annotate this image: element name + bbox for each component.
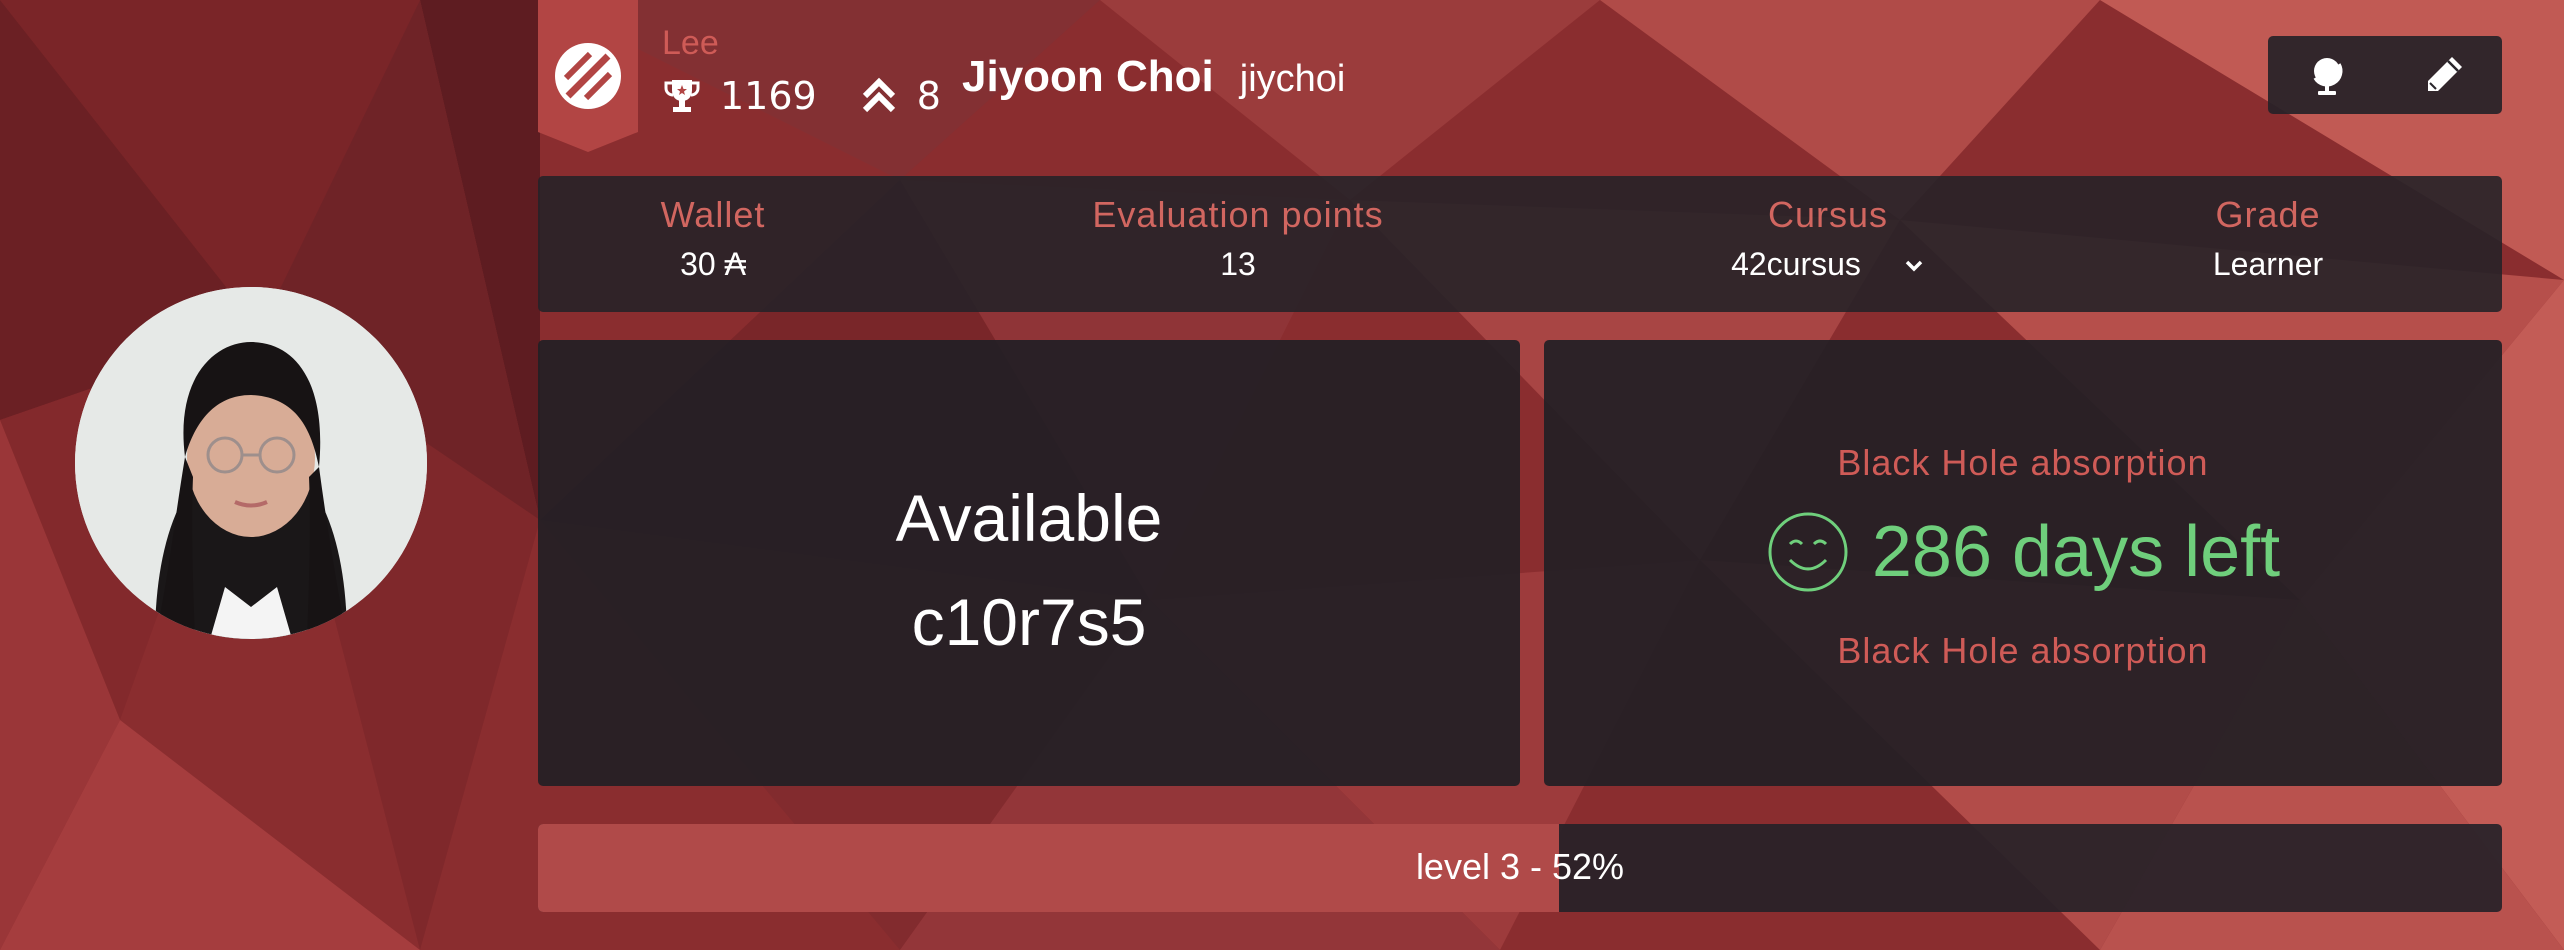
wallet-label: Wallet — [660, 194, 766, 235]
blackhole-days-left: 286 days left — [1871, 512, 2281, 592]
edit-button[interactable] — [2416, 47, 2472, 103]
blackhole-label-top: Black Hole absorption — [1837, 442, 2209, 483]
location-card: Available c10r7s5 — [538, 340, 1520, 786]
grade-section: Grade Learner — [2118, 194, 2418, 283]
smiley-icon — [1768, 512, 1848, 592]
evaluation-points-section: Evaluation points 13 — [1068, 194, 1408, 283]
user-login: jiychoi — [1239, 58, 1346, 100]
cursus-select[interactable]: 42cursus — [1731, 246, 1925, 283]
blackhole-countdown: 286 days left — [1544, 510, 2502, 594]
rank-value: 8 — [916, 74, 941, 118]
grade-value: Learner — [2212, 246, 2324, 282]
user-name: Jiyoon Choi jiychoi — [962, 52, 1345, 102]
cursus-section: Cursus 42cursus — [1658, 194, 1998, 283]
grade-label: Grade — [2215, 194, 2321, 235]
profile-actions — [2268, 36, 2502, 114]
evaluation-points-value: 13 — [1220, 246, 1256, 282]
score-stat: 1169 — [662, 74, 817, 118]
blackhole-label-bottom: Black Hole absorption — [1837, 630, 2209, 671]
globe-icon — [2313, 58, 2342, 95]
chevron-down-icon — [1905, 260, 1923, 271]
coalition-logo-icon — [555, 43, 621, 109]
user-avatar — [75, 287, 427, 639]
location-host: c10r7s5 — [911, 585, 1147, 659]
level-progress-bar: level 3 - 52% — [538, 824, 2502, 912]
location-status: Available — [895, 481, 1163, 555]
globe-button[interactable] — [2299, 47, 2355, 103]
wallet-value: 30 ₳ — [680, 246, 746, 282]
rank-chevrons-icon — [862, 77, 895, 113]
user-stats: 1169 8 — [662, 74, 983, 118]
coalition-banner[interactable] — [538, 0, 638, 152]
blackhole-card: Black Hole absorption 286 days left Blac… — [1544, 340, 2502, 786]
cursus-label: Cursus — [1767, 194, 1889, 235]
cursus-value: 42cursus — [1731, 246, 1861, 282]
pencil-icon — [2427, 57, 2462, 91]
wallet-section: Wallet 30 ₳ — [588, 194, 838, 283]
coalition-name[interactable]: Lee — [662, 24, 719, 63]
full-name: Jiyoon Choi — [962, 52, 1214, 101]
evaluation-points-label: Evaluation points — [1092, 194, 1384, 235]
trophy-icon — [664, 80, 700, 112]
profile-info-bar: Wallet 30 ₳ Evaluation points 13 Cursus … — [538, 176, 2502, 312]
rank-stat: 8 — [859, 74, 941, 118]
score-value: 1169 — [720, 74, 817, 118]
level-text: level 3 - 52% — [1415, 846, 1625, 887]
